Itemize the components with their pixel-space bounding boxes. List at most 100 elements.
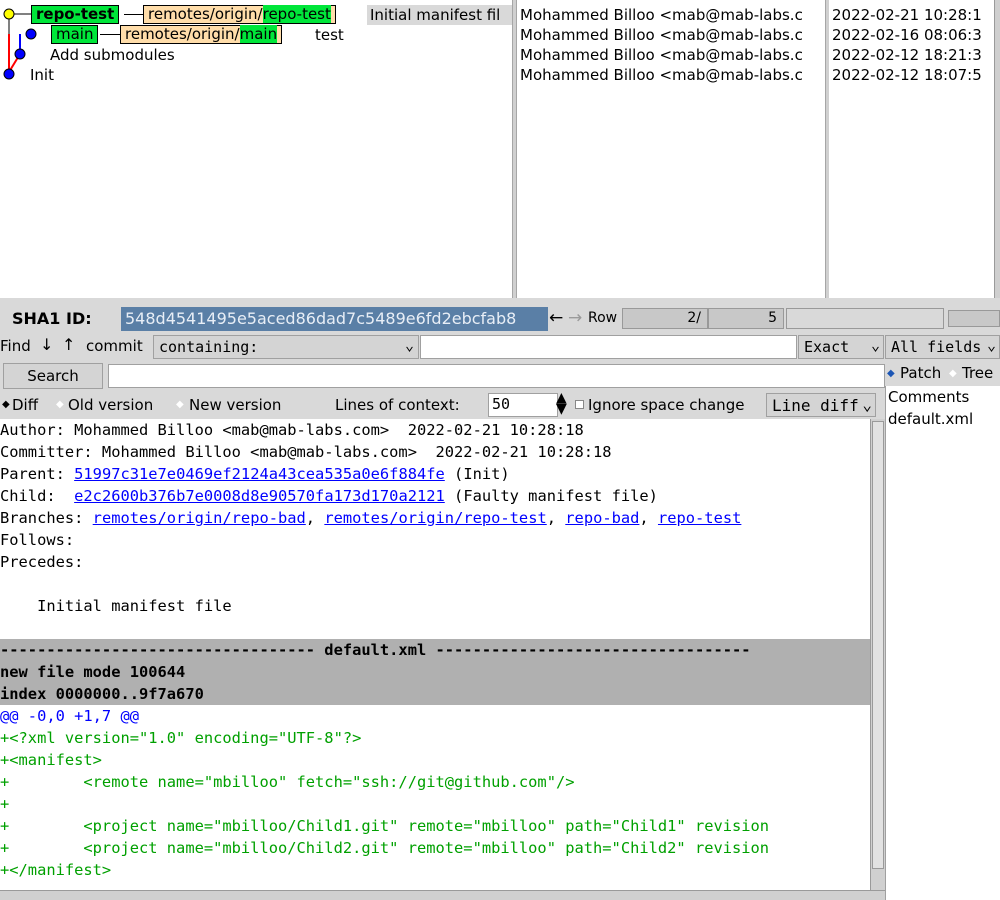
parent-sha-link[interactable]: 51997c31e7e0469ef2124a43cea535a0e6f884fe [74, 465, 445, 483]
date-cell[interactable]: 2022-02-12 18:21:3 [832, 45, 982, 65]
commit-graph-pane[interactable]: repo-test remotes/origin/repo-test Initi… [0, 0, 512, 298]
commit-node[interactable] [14, 48, 26, 60]
new-version-radio-label[interactable]: New version [189, 396, 281, 414]
author-cell[interactable]: Mohammed Billoo <mab@mab-labs.c [520, 25, 803, 45]
radio-icon[interactable]: ◆ [949, 368, 957, 379]
ignore-space-label[interactable]: Ignore space change [588, 396, 744, 414]
diff-radio-label[interactable]: Diff [12, 396, 38, 414]
context-spinbox[interactable]: 50 [488, 393, 558, 417]
sha-input[interactable]: 548d4541495e5aced86dad7c5489e6fd2ebcfab8 [121, 307, 548, 331]
precedes-line: Precedes: [0, 553, 84, 571]
branch-link[interactable]: remotes/origin/repo-bad [93, 509, 306, 527]
sha-bar: SHA1 ID: 548d4541495e5aced86dad7c5489e6f… [0, 302, 1000, 334]
find-mode-value: containing: [159, 338, 259, 356]
context-label: Lines of context: [335, 396, 460, 414]
find-type-label: commit [86, 337, 143, 355]
diff-view[interactable]: Author: Mohammed Billoo <mab@mab-labs.co… [0, 419, 870, 890]
branch-tag-main[interactable]: main [51, 25, 99, 44]
find-bar: Find ↓ ↑ commit containing: ⌄ Exact ⌄ Al… [0, 334, 1000, 360]
ignore-space-checkbox[interactable] [575, 400, 584, 409]
sha-label: SHA1 ID: [12, 309, 92, 328]
author-pane[interactable]: Mohammed Billoo <mab@mab-labs.c Mohammed… [517, 0, 826, 298]
branch-tag-repo-test[interactable]: repo-test [31, 5, 120, 24]
branches-line: Branches: remotes/origin/repo-bad, remot… [0, 507, 870, 529]
date-pane[interactable]: 2022-02-21 10:28:1 2022-02-16 08:06:3 20… [829, 0, 994, 298]
remote-tag-main[interactable]: remotes/origin/main [120, 25, 283, 44]
parent-label: Parent: [0, 465, 75, 483]
find-next-arrow-icon[interactable]: ↓ [40, 335, 53, 354]
commit-node[interactable] [3, 68, 15, 80]
search-input[interactable] [108, 364, 885, 388]
branches-label: Branches: [0, 509, 93, 527]
child-line: Child: e2c2600b376b7e0008d8e90570fa173d1… [0, 485, 870, 507]
diff-mode-value: Line diff [772, 396, 859, 415]
progress-bar [786, 308, 944, 329]
added-line: + <remote name="mbilloo" fetch="ssh://gi… [0, 773, 575, 791]
patch-radio-label[interactable]: Patch [900, 364, 941, 382]
date-cell[interactable]: 2022-02-16 08:06:3 [832, 25, 982, 45]
commit-subject[interactable]: Add submodules [50, 45, 175, 65]
back-arrow-icon[interactable]: ← [549, 308, 563, 328]
row-label: Row [588, 310, 618, 326]
fields-dropdown[interactable]: All fields ⌄ [885, 335, 1000, 359]
remote-prefix: remotes/origin/ [125, 25, 240, 43]
spin-arrows-icon[interactable]: ▲ ▼ [556, 391, 567, 416]
remote-tag-repo-test[interactable]: remotes/origin/repo-test [143, 5, 336, 24]
row-current: 2/ [622, 308, 708, 329]
branch-separator: , [305, 509, 325, 527]
parent-desc: (Init) [444, 465, 510, 483]
find-label: Find [0, 337, 31, 355]
chevron-down-icon: ⌄ [986, 336, 996, 354]
chevron-down-icon: ⌄ [870, 336, 880, 354]
find-mode-dropdown[interactable]: containing: ⌄ [153, 335, 419, 359]
match-type-dropdown[interactable]: Exact ⌄ [798, 335, 884, 359]
old-version-radio-label[interactable]: Old version [68, 396, 153, 414]
branch-link[interactable]: repo-bad [565, 509, 639, 527]
radio-selected-icon[interactable]: ◆ [2, 399, 10, 410]
search-row: Search [0, 362, 885, 390]
child-label: Child: [0, 487, 75, 505]
date-cell[interactable]: 2022-02-12 18:07:5 [832, 65, 982, 85]
remote-prefix: remotes/origin/ [148, 5, 263, 23]
chevron-down-icon: ⌄ [862, 395, 872, 414]
radio-icon[interactable]: ◆ [176, 399, 184, 410]
child-sha-link[interactable]: e2c2600b376b7e0008d8e90570fa173d170a2121 [74, 487, 445, 505]
added-line: + <project name="mbilloo/Child1.git" rem… [0, 817, 770, 835]
history-scrollbar[interactable] [994, 0, 1000, 298]
chevron-down-icon: ⌄ [404, 336, 414, 354]
forward-arrow-icon[interactable]: → [568, 308, 582, 328]
commit-subject[interactable]: Init [30, 65, 54, 85]
commit-subject[interactable]: test [315, 25, 344, 45]
branch-separator: , [546, 509, 566, 527]
diff-options-bar: ◆ Diff ◆ Old version ◆ New version Lines… [0, 391, 885, 418]
commit-node[interactable] [25, 28, 37, 40]
ref-connector [100, 34, 120, 35]
committer-line: Committer: Mohammed Billoo <mab@mab-labs… [0, 443, 612, 461]
branch-link[interactable]: repo-test [658, 509, 741, 527]
diff-mode-dropdown[interactable]: Line diff ⌄ [766, 393, 876, 417]
search-button[interactable]: Search [3, 363, 103, 389]
radio-icon[interactable]: ◆ [56, 399, 64, 410]
file-list-item[interactable]: Comments [888, 388, 969, 406]
added-line: + [0, 795, 10, 813]
find-prev-arrow-icon[interactable]: ↑ [62, 335, 75, 354]
file-list-item[interactable]: default.xml [888, 410, 973, 428]
diff-horizontal-scrollbar[interactable] [0, 890, 885, 900]
author-cell[interactable]: Mohammed Billoo <mab@mab-labs.c [520, 5, 803, 25]
find-input[interactable] [420, 335, 797, 359]
file-list[interactable]: Comments default.xml [885, 386, 1000, 900]
branch-link[interactable]: remotes/origin/repo-test [324, 509, 546, 527]
author-cell[interactable]: Mohammed Billoo <mab@mab-labs.c [520, 65, 803, 85]
date-cell[interactable]: 2022-02-21 10:28:1 [832, 5, 982, 25]
remote-branch-name: repo-test [262, 5, 331, 23]
tree-radio-label[interactable]: Tree [962, 364, 993, 382]
author-line: Author: Mohammed Billoo <mab@mab-labs.co… [0, 421, 584, 439]
radio-selected-icon[interactable]: ◆ [887, 368, 895, 379]
diff-vertical-scrollbar[interactable] [870, 419, 885, 890]
scrollbar-thumb[interactable] [872, 421, 884, 869]
child-desc: (Faulty manifest file) [444, 487, 658, 505]
head-commit-node[interactable] [3, 8, 15, 20]
commit-subject-selected[interactable]: Initial manifest fil [367, 5, 512, 25]
author-cell[interactable]: Mohammed Billoo <mab@mab-labs.c [520, 45, 803, 65]
fields-value: All fields [891, 338, 982, 356]
